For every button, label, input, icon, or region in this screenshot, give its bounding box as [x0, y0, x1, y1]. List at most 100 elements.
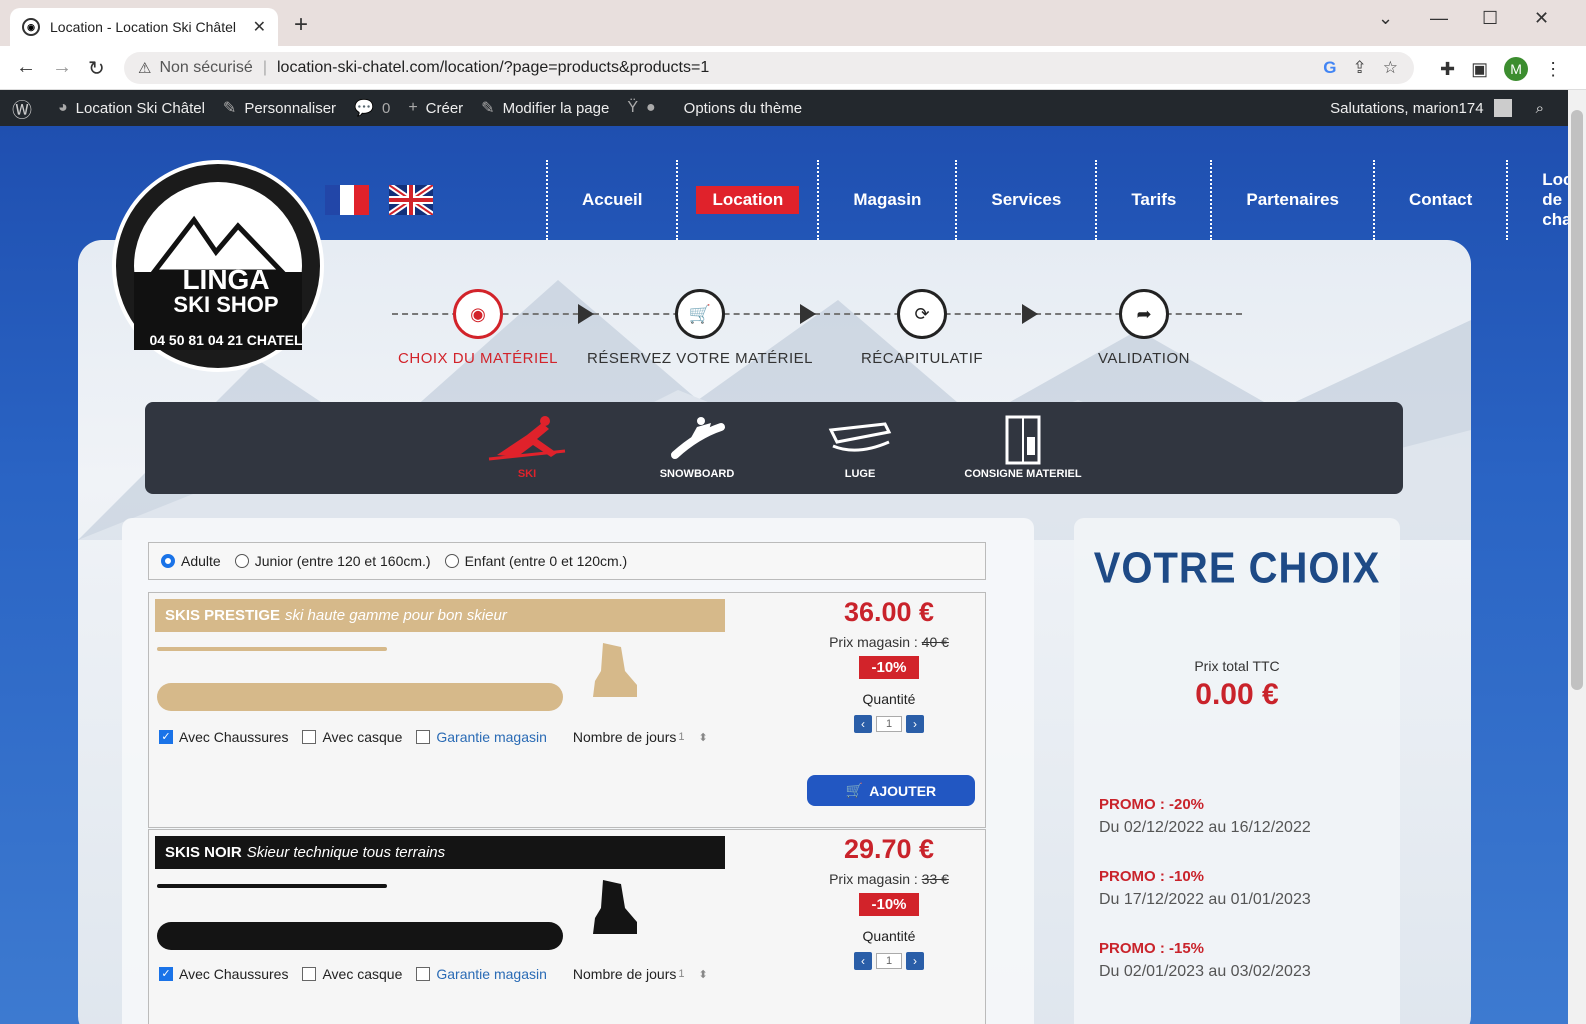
- age-option-adulte[interactable]: Adulte: [161, 553, 221, 569]
- admin-create-label: Créer: [425, 99, 464, 117]
- yoast-icon[interactable]: Ÿ ●: [627, 99, 655, 117]
- address-bar[interactable]: ⚠ Non sécurisé | location-ski-chatel.com…: [124, 52, 1414, 84]
- admin-customize-link[interactable]: ✎ Personnaliser: [223, 98, 336, 118]
- wordpress-logo-icon[interactable]: Ⓦ: [12, 94, 40, 123]
- nav-tarifs[interactable]: Tarifs: [1095, 160, 1210, 240]
- days-select[interactable]: Nombre de jours 1 ⬍: [573, 966, 708, 982]
- promo-dates: Du 17/12/2022 au 01/01/2023: [1099, 891, 1311, 908]
- quantity-input[interactable]: 1: [876, 953, 902, 969]
- increment-icon[interactable]: ›: [906, 715, 924, 733]
- checkbox-shoes[interactable]: ✓: [159, 967, 173, 981]
- nav-partenaires[interactable]: Partenaires: [1210, 160, 1373, 240]
- age-label: Enfant (entre 0 et 120cm.): [464, 553, 628, 569]
- minimize-icon[interactable]: —: [1430, 8, 1448, 29]
- nav-contact[interactable]: Contact: [1372, 160, 1506, 240]
- option-warranty[interactable]: Garantie magasin: [416, 966, 547, 982]
- promo-dates: Du 02/01/2023 au 03/02/2023: [1099, 963, 1311, 980]
- profile-avatar[interactable]: M: [1504, 57, 1529, 81]
- forward-icon[interactable]: →: [52, 56, 72, 79]
- window-close-icon[interactable]: ✕: [1534, 8, 1549, 29]
- option-label[interactable]: Garantie magasin: [436, 729, 547, 745]
- category-luge[interactable]: LUGE: [790, 412, 930, 480]
- product-price: 36.00 €: [843, 597, 935, 627]
- admin-site-link[interactable]: ◕ Location Ski Châtel: [58, 99, 205, 117]
- option-warranty[interactable]: Garantie magasin: [416, 729, 547, 745]
- step-cart-icon[interactable]: 🛒: [675, 289, 725, 339]
- nav-accueil[interactable]: Accueil: [546, 160, 676, 240]
- admin-theme-options-link[interactable]: Options du thème: [684, 100, 802, 117]
- days-select[interactable]: Nombre de jours 1 ⬍: [573, 729, 708, 745]
- flag-en-icon[interactable]: [387, 182, 435, 218]
- radio-junior[interactable]: [234, 554, 249, 568]
- menu-kebab-icon[interactable]: ⋮: [1544, 59, 1562, 80]
- category-ski[interactable]: SKI: [457, 412, 597, 480]
- decrement-icon[interactable]: ‹: [854, 952, 872, 970]
- checkbox-warranty[interactable]: [416, 967, 431, 981]
- option-label[interactable]: Garantie magasin: [436, 966, 547, 982]
- scrollbar-thumb[interactable]: [1571, 110, 1583, 690]
- logo-brand-top: LINGA: [182, 264, 270, 295]
- step-share-arrow-icon[interactable]: ➦: [1119, 289, 1169, 339]
- browser-tab[interactable]: ◉ Location - Location Ski Châtel ✕: [10, 8, 278, 46]
- side-panel-icon[interactable]: ▣: [1471, 59, 1488, 80]
- option-shoes[interactable]: ✓ Avec Chaussures: [159, 729, 288, 745]
- step-refresh-icon[interactable]: ⟳: [897, 289, 947, 339]
- flag-fr-icon[interactable]: [325, 185, 370, 215]
- radio-adulte[interactable]: [161, 554, 175, 568]
- decrement-icon[interactable]: ‹: [854, 715, 872, 733]
- checkbox-helmet[interactable]: [302, 730, 317, 744]
- snowboarder-icon: [627, 412, 767, 468]
- category-consigne[interactable]: CONSIGNE MATERIEL: [953, 412, 1093, 480]
- steps-line: [392, 313, 1242, 315]
- linga-ski-shop-logo[interactable]: LINGA SKI SHOP 04 50 81 04 21 CHATEL: [112, 160, 324, 372]
- bookmark-star-icon[interactable]: ☆: [1383, 58, 1398, 78]
- tab-search-icon[interactable]: ⌄: [1378, 8, 1393, 29]
- option-shoes[interactable]: ✓ Avec Chaussures: [159, 966, 288, 982]
- add-button[interactable]: 🛒 AJOUTER: [807, 775, 975, 806]
- nav-magasin[interactable]: Magasin: [817, 160, 955, 240]
- checkbox-helmet[interactable]: [302, 967, 317, 981]
- google-icon[interactable]: G: [1323, 58, 1336, 78]
- admin-comments-link[interactable]: 💬 0: [354, 98, 390, 118]
- tab-close-icon[interactable]: ✕: [253, 17, 266, 37]
- days-value[interactable]: 1: [678, 731, 684, 743]
- maximize-icon[interactable]: ☐: [1482, 8, 1498, 29]
- admin-create-link[interactable]: + Créer: [408, 99, 463, 117]
- admin-search-icon[interactable]: ⌕: [1536, 100, 1544, 117]
- admin-edit-page-link[interactable]: ✎ Modifier la page: [481, 98, 609, 118]
- step-arrow-icon: [578, 304, 594, 324]
- checkbox-warranty[interactable]: [416, 730, 431, 744]
- new-tab-icon[interactable]: +: [294, 13, 308, 37]
- nav-label: Tarifs: [1131, 190, 1177, 209]
- step-eye-icon[interactable]: ◉: [453, 289, 503, 339]
- option-helmet[interactable]: Avec casque: [302, 966, 402, 982]
- age-label: Junior (entre 120 et 160cm.): [254, 553, 431, 569]
- nav-label: Services: [991, 190, 1062, 209]
- checkbox-shoes[interactable]: ✓: [159, 730, 173, 744]
- nav-location-chalet[interactable]: Location de chalet: [1506, 160, 1568, 240]
- increment-icon[interactable]: ›: [906, 952, 924, 970]
- age-option-junior[interactable]: Junior (entre 120 et 160cm.): [234, 553, 431, 569]
- back-icon[interactable]: ←: [16, 56, 36, 79]
- days-spinner-icon[interactable]: ⬍: [699, 731, 708, 744]
- quantity-input[interactable]: 1: [876, 716, 902, 732]
- days-value[interactable]: 1: [678, 968, 684, 980]
- radio-enfant[interactable]: [444, 554, 459, 568]
- admin-greeting[interactable]: Salutations, marion174: [1330, 100, 1483, 117]
- product-card: SKIS NOIR Skieur technique tous terrains …: [148, 829, 986, 1024]
- age-option-enfant[interactable]: Enfant (entre 0 et 120cm.): [444, 553, 628, 569]
- page-scrollbar[interactable]: [1568, 90, 1586, 1024]
- nav-location[interactable]: Location: [676, 160, 817, 240]
- days-spinner-icon[interactable]: ⬍: [699, 968, 708, 981]
- browser-toolbar: ← → ↻ ⚠ Non sécurisé | location-ski-chat…: [0, 46, 1586, 90]
- share-icon[interactable]: ⇪: [1353, 58, 1367, 78]
- extensions-icon[interactable]: ✚: [1440, 59, 1455, 80]
- discount-badge: -10%: [859, 656, 919, 679]
- user-avatar[interactable]: [1493, 99, 1512, 117]
- promo-title: PROMO : -15%: [1099, 940, 1205, 957]
- option-helmet[interactable]: Avec casque: [302, 729, 402, 745]
- admin-edit-page-label: Modifier la page: [502, 99, 610, 117]
- category-snowboard[interactable]: SNOWBOARD: [627, 412, 767, 480]
- reload-icon[interactable]: ↻: [88, 56, 105, 81]
- nav-services[interactable]: Services: [955, 160, 1095, 240]
